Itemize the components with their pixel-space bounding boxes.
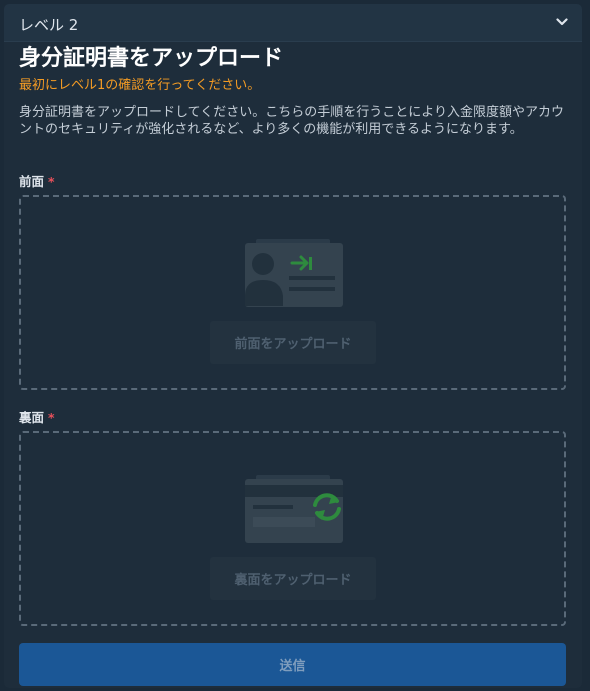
id-card-back-icon	[245, 475, 343, 543]
back-label-text: 裏面	[19, 410, 45, 425]
upload-section: 身分証明書をアップロード 最初にレベル1の確認を行ってください。 身分証明書をア…	[19, 44, 566, 138]
front-dropzone[interactable]: 前面をアップロード	[19, 195, 566, 390]
front-label-text: 前面	[19, 174, 45, 189]
front-field-label: 前面 *	[19, 171, 55, 190]
back-field-label: 裏面 *	[19, 407, 55, 426]
level-title: レベル 2	[19, 16, 79, 34]
level-warning-text: 最初にレベル1の確認を行ってください。	[19, 78, 261, 93]
back-required-mark: *	[48, 410, 55, 425]
verification-panel: レベル 2 身分証明書をアップロード 最初にレベル1の確認を行ってください。 身…	[4, 4, 582, 688]
id-card-front-icon	[245, 239, 343, 307]
level-accordion-header[interactable]: レベル 2	[4, 4, 582, 42]
back-dropzone[interactable]: 裏面をアップロード	[19, 431, 566, 626]
chevron-down-icon[interactable]	[556, 17, 568, 27]
upload-description: 身分証明書をアップロードしてください。こちらの手順を行うことにより入金限度額やア…	[19, 105, 564, 137]
page-title: 身分証明書をアップロード	[19, 46, 284, 71]
submit-button[interactable]: 送信	[19, 643, 566, 686]
front-required-mark: *	[48, 174, 55, 189]
upload-back-button[interactable]: 裏面をアップロード	[210, 557, 376, 600]
upload-front-button[interactable]: 前面をアップロード	[210, 321, 376, 364]
